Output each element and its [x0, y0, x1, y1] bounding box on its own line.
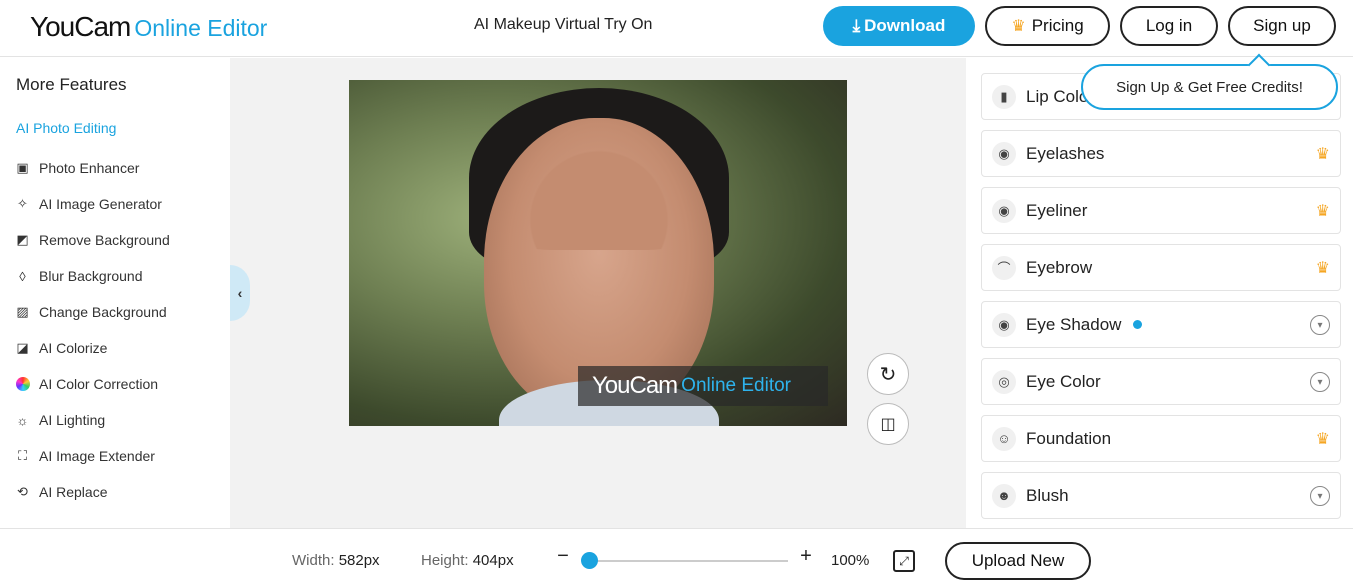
new-indicator-dot: [1133, 320, 1142, 329]
crown-icon: ♛: [1316, 144, 1330, 164]
eyebrow-icon: ⌒: [992, 256, 1016, 280]
feature-item-ai-lighting[interactable]: ☼ AI Lighting: [14, 402, 224, 438]
preview-photo[interactable]: YouCam Online Editor: [349, 80, 847, 426]
compare-button[interactable]: ◫: [867, 403, 909, 445]
download-button[interactable]: ⤓ Download: [823, 6, 975, 46]
signup-button[interactable]: Sign up: [1228, 6, 1336, 46]
expand-icon: ⤢: [899, 554, 909, 569]
width-readout: Width: 582px: [292, 552, 380, 569]
feature-item-ai-color-correction[interactable]: AI Color Correction: [14, 366, 224, 402]
sparkle-image-icon: ✧: [14, 196, 31, 213]
sidebar-title: More Features: [16, 75, 127, 95]
upload-new-button[interactable]: Upload New: [945, 542, 1091, 580]
eye-icon: ◉: [992, 142, 1016, 166]
watermark: YouCam Online Editor: [578, 366, 828, 406]
eye-icon: ◉: [992, 313, 1016, 337]
sidebar-section-ai-photo-editing[interactable]: AI Photo Editing: [16, 120, 116, 136]
tool-list: ▮ Lip Color ◉ Eyelashes ♛ ◉ Eyeliner ♛ ⌒…: [981, 73, 1341, 528]
chevron-down-icon[interactable]: ▾: [1310, 372, 1330, 392]
tool-eye-color[interactable]: ◎ Eye Color ▾: [981, 358, 1341, 405]
compare-icon: ◫: [880, 414, 895, 434]
pricing-button[interactable]: ♛ Pricing: [985, 6, 1110, 46]
signup-tooltip[interactable]: Sign Up & Get Free Credits!: [1081, 64, 1338, 110]
feature-item-ai-replace[interactable]: ⟲ AI Replace: [14, 474, 224, 510]
drop-icon: ◊: [14, 268, 31, 285]
lipstick-icon: ▮: [992, 85, 1016, 109]
zoom-in-button[interactable]: +: [797, 545, 815, 568]
zoom-slider-track[interactable]: [582, 560, 788, 562]
crown-icon: ♛: [1011, 16, 1025, 36]
feature-item-remove-background[interactable]: ◩ Remove Background: [14, 222, 224, 258]
image-icon: ▣: [14, 160, 31, 177]
chevron-down-icon[interactable]: ▾: [1310, 315, 1330, 335]
replace-icon: ⟲: [14, 484, 31, 501]
remove-bg-icon: ◩: [14, 232, 31, 249]
zoom-out-button[interactable]: −: [554, 545, 572, 568]
download-label: Download: [864, 16, 945, 36]
height-readout: Height: 404px: [421, 552, 514, 569]
sun-icon: ☼: [14, 412, 31, 429]
page-title: AI Makeup Virtual Try On: [474, 16, 652, 34]
collapse-sidebar-button[interactable]: ‹: [230, 265, 250, 321]
crown-icon: ♛: [1316, 429, 1330, 449]
tool-eyebrow[interactable]: ⌒ Eyebrow ♛: [981, 244, 1341, 291]
editor-canvas: ‹ YouCam Online Editor ↻ ◫: [230, 58, 966, 528]
crown-icon: ♛: [1316, 258, 1330, 278]
reset-button[interactable]: ↻: [867, 353, 909, 395]
feature-item-ai-image-extender[interactable]: ⛶ AI Image Extender: [14, 438, 224, 474]
bottom-toolbar: Width: 582px Height: 404px − + 100% ⤢ Up…: [0, 528, 1353, 585]
feature-item-photo-enhancer[interactable]: ▣ Photo Enhancer: [14, 150, 224, 186]
logo-main-text: YouCam: [30, 11, 130, 42]
makeup-tools-panel: ▮ Lip Color ◉ Eyelashes ♛ ◉ Eyeliner ♛ ⌒…: [966, 58, 1353, 528]
blush-icon: ☻: [992, 484, 1016, 508]
features-sidebar: More Features AI Photo Editing ▣ Photo E…: [0, 58, 230, 528]
tool-foundation[interactable]: ☺ Foundation ♛: [981, 415, 1341, 462]
download-icon: ⤓: [853, 16, 861, 36]
tool-eye-shadow[interactable]: ◉ Eye Shadow ▾: [981, 301, 1341, 348]
logo-sub-text: Online Editor: [134, 15, 267, 41]
crown-icon: ♛: [1316, 201, 1330, 221]
tool-blush[interactable]: ☻ Blush ▾: [981, 472, 1341, 519]
feature-item-ai-image-generator[interactable]: ✧ AI Image Generator: [14, 186, 224, 222]
feature-item-change-background[interactable]: ▨ Change Background: [14, 294, 224, 330]
iris-icon: ◎: [992, 370, 1016, 394]
colorize-icon: ◪: [14, 340, 31, 357]
feature-item-blur-background[interactable]: ◊ Blur Background: [14, 258, 224, 294]
tool-eyeliner[interactable]: ◉ Eyeliner ♛: [981, 187, 1341, 234]
extend-icon: ⛶: [14, 448, 31, 465]
feature-list: ▣ Photo Enhancer ✧ AI Image Generator ◩ …: [14, 150, 224, 510]
eye-icon: ◉: [992, 199, 1016, 223]
youcam-logo[interactable]: YouCamOnline Editor: [30, 11, 267, 43]
feature-item-ai-colorize[interactable]: ◪ AI Colorize: [14, 330, 224, 366]
fullscreen-button[interactable]: ⤢: [893, 550, 915, 572]
chevron-down-icon[interactable]: ▾: [1310, 486, 1330, 506]
pricing-label: Pricing: [1032, 16, 1084, 36]
landscape-icon: ▨: [14, 304, 31, 321]
top-header: YouCamOnline Editor AI Makeup Virtual Tr…: [0, 0, 1353, 57]
login-button[interactable]: Log in: [1120, 6, 1218, 46]
zoom-value: 100%: [831, 552, 869, 569]
chevron-left-icon: ‹: [238, 285, 243, 301]
zoom-slider-thumb[interactable]: [581, 552, 598, 569]
tool-eyelashes[interactable]: ◉ Eyelashes ♛: [981, 130, 1341, 177]
rotate-icon: ↻: [880, 362, 897, 387]
color-wheel-icon: [14, 376, 31, 393]
face-icon: ☺: [992, 427, 1016, 451]
